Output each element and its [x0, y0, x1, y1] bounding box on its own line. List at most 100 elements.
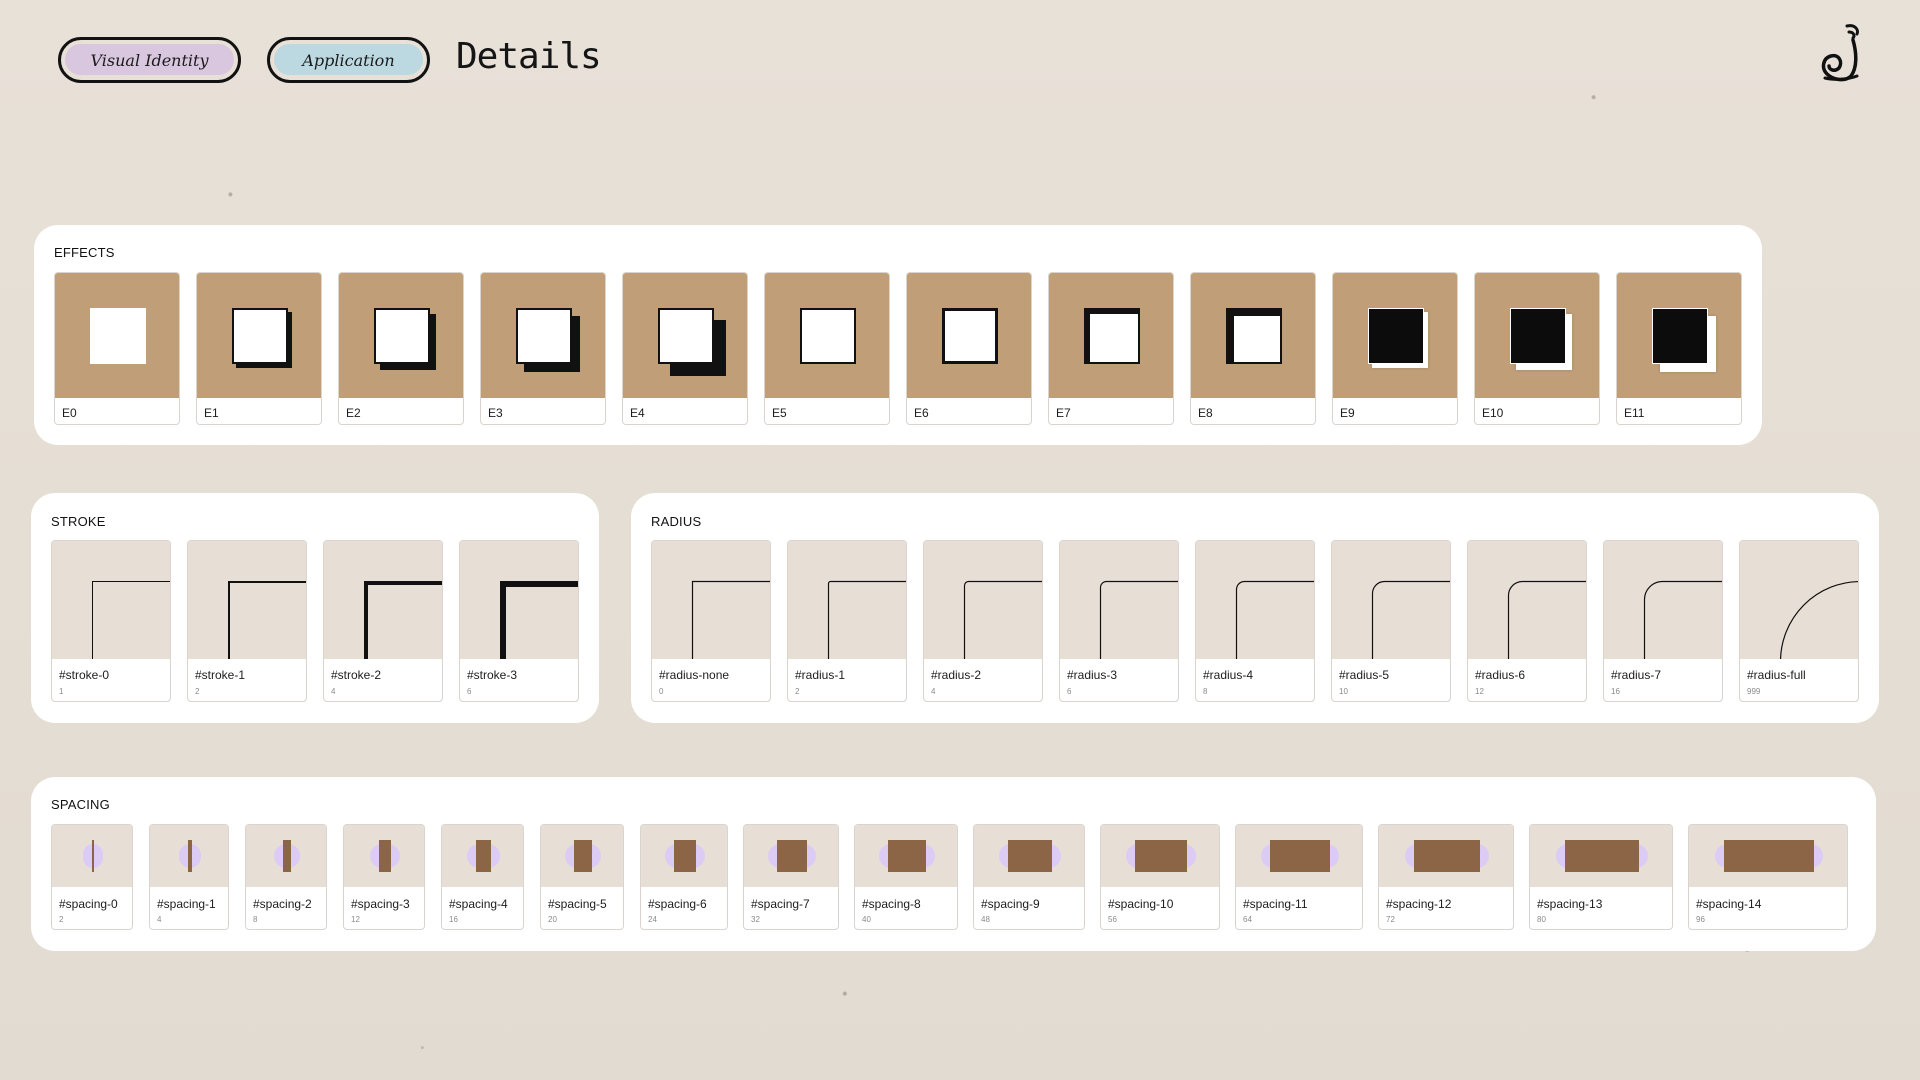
spacing-card[interactable]: #spacing-10 56 [1100, 824, 1220, 930]
spacing-card[interactable]: #spacing-11 64 [1235, 824, 1363, 930]
effect-label: E4 [630, 406, 645, 420]
spacing-token-value: 96 [1696, 915, 1705, 924]
spacing-card[interactable]: #spacing-3 12 [343, 824, 425, 930]
radius-preview [1332, 541, 1450, 659]
effect-card[interactable]: E10 [1474, 272, 1600, 425]
spacing-card[interactable]: #spacing-0 2 [51, 824, 133, 930]
spacing-card[interactable]: #spacing-9 48 [973, 824, 1085, 930]
radius-card[interactable]: #radius-full 999 [1739, 540, 1859, 702]
effect-card[interactable]: E4 [622, 272, 748, 425]
effect-preview [907, 273, 1031, 398]
radius-card[interactable]: #radius-7 16 [1603, 540, 1723, 702]
effect-card[interactable]: E7 [1048, 272, 1174, 425]
radius-card[interactable]: #radius-2 4 [923, 540, 1043, 702]
stroke-panel: STROKE #stroke-0 1 #stroke-1 2 #stroke-2 4 … [31, 493, 599, 723]
radius-card[interactable]: #radius-1 2 [787, 540, 907, 702]
effect-swatch [1226, 308, 1282, 364]
stroke-card[interactable]: #stroke-3 6 [459, 540, 579, 702]
spacing-bar [92, 840, 94, 872]
effect-swatch [232, 308, 288, 364]
spacing-card[interactable]: #spacing-12 72 [1378, 824, 1514, 930]
effect-card[interactable]: E5 [764, 272, 890, 425]
effect-card[interactable]: E0 [54, 272, 180, 425]
effect-card[interactable]: E3 [480, 272, 606, 425]
radius-card[interactable]: #radius-3 6 [1059, 540, 1179, 702]
effect-card[interactable]: E11 [1616, 272, 1742, 425]
effect-card[interactable]: E1 [196, 272, 322, 425]
spacing-token-name: #spacing-5 [548, 897, 607, 911]
effect-card[interactable]: E8 [1190, 272, 1316, 425]
spacing-card[interactable]: #spacing-4 16 [441, 824, 524, 930]
spacing-bar [476, 840, 491, 872]
spacing-token-name: #spacing-9 [981, 897, 1040, 911]
radius-token-name: #radius-5 [1339, 668, 1390, 682]
effect-swatch [1652, 308, 1708, 364]
radius-title: RADIUS [651, 514, 702, 529]
tab-visual-identity-label: Visual Identity [90, 50, 209, 70]
spacing-preview [1101, 825, 1219, 887]
radius-token-value: 8 [1203, 687, 1208, 696]
spacing-card[interactable]: #spacing-1 4 [149, 824, 229, 930]
spacing-card[interactable]: #spacing-5 20 [540, 824, 624, 930]
radius-card[interactable]: #radius-4 8 [1195, 540, 1315, 702]
snail-logo-icon[interactable] [1817, 20, 1863, 82]
stroke-token-name: #stroke-1 [195, 668, 246, 682]
effect-label: E6 [914, 406, 929, 420]
radius-token-value: 12 [1475, 687, 1484, 696]
tab-application-label: Application [302, 50, 395, 70]
spacing-token-value: 2 [59, 915, 64, 924]
stroke-token-name: #stroke-3 [467, 668, 518, 682]
stroke-token-value: 1 [59, 687, 64, 696]
stroke-card[interactable]: #stroke-0 1 [51, 540, 171, 702]
spacing-token-name: #spacing-7 [751, 897, 810, 911]
spacing-preview [541, 825, 623, 887]
radius-preview [924, 541, 1042, 659]
stroke-preview [460, 541, 578, 659]
spacing-bar [188, 840, 192, 872]
spacing-card[interactable]: #spacing-2 8 [245, 824, 327, 930]
stroke-card[interactable]: #stroke-2 4 [323, 540, 443, 702]
effect-swatch [658, 308, 714, 364]
effect-swatch [1084, 308, 1140, 364]
spacing-token-value: 32 [751, 915, 760, 924]
radius-card[interactable]: #radius-6 12 [1467, 540, 1587, 702]
radius-preview [1060, 541, 1178, 659]
spacing-preview [855, 825, 957, 887]
spacing-card[interactable]: #spacing-7 32 [743, 824, 839, 930]
radius-preview [1196, 541, 1314, 659]
spacing-bar [1007, 840, 1053, 872]
effect-label: E10 [1482, 406, 1504, 420]
stroke-token-value: 4 [331, 687, 336, 696]
radius-corner-icon [1235, 580, 1314, 659]
tab-application[interactable]: Application [267, 37, 430, 83]
radius-card[interactable]: #radius-none 0 [651, 540, 771, 702]
effect-swatch [90, 308, 146, 364]
spacing-token-value: 4 [157, 915, 162, 924]
radius-token-value: 0 [659, 687, 664, 696]
spacing-preview [442, 825, 523, 887]
effect-swatch [800, 308, 856, 364]
spacing-card[interactable]: #spacing-6 24 [640, 824, 728, 930]
spacing-preview [744, 825, 838, 887]
spacing-bar [1724, 840, 1814, 872]
spacing-card[interactable]: #spacing-8 40 [854, 824, 958, 930]
spacing-preview [52, 825, 132, 887]
effect-card[interactable]: E2 [338, 272, 464, 425]
effect-preview [197, 273, 321, 398]
stroke-card[interactable]: #stroke-1 2 [187, 540, 307, 702]
effect-card[interactable]: E9 [1332, 272, 1458, 425]
radius-token-name: #radius-none [659, 668, 730, 682]
radius-card[interactable]: #radius-5 10 [1331, 540, 1451, 702]
tab-visual-identity[interactable]: Visual Identity [58, 37, 241, 83]
effect-card[interactable]: E6 [906, 272, 1032, 425]
spacing-card[interactable]: #spacing-13 80 [1529, 824, 1673, 930]
spacing-preview [641, 825, 727, 887]
stroke-token-name: #stroke-0 [59, 668, 110, 682]
spacing-bar [888, 840, 926, 872]
radius-preview [652, 541, 770, 659]
effect-preview [1049, 273, 1173, 398]
spacing-preview [1530, 825, 1672, 887]
radius-token-name: #radius-7 [1611, 668, 1662, 682]
spacing-card[interactable]: #spacing-14 96 [1688, 824, 1848, 930]
effect-label: E9 [1340, 406, 1355, 420]
